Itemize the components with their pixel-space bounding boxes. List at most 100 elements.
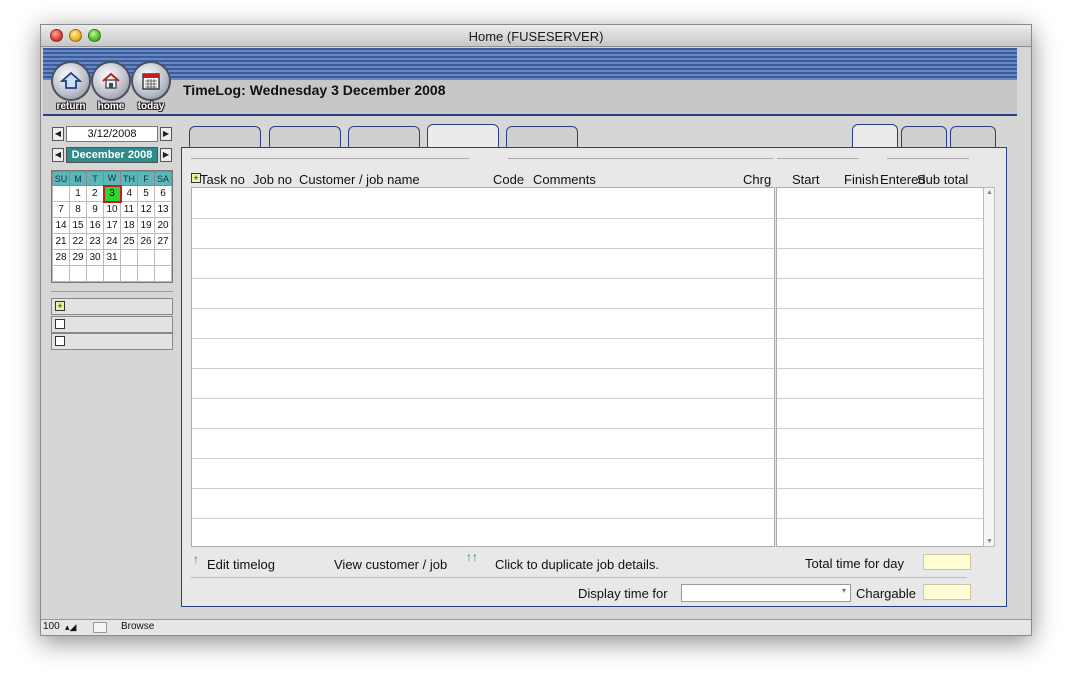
- calendar-empty-cell: [154, 265, 172, 282]
- calendar-empty-cell: [52, 265, 70, 282]
- month-label: December 2008: [66, 147, 158, 163]
- calendar-week: 123456: [52, 184, 172, 203]
- calendar-day[interactable]: 26: [137, 233, 155, 250]
- chevron-down-icon: ▾: [841, 586, 846, 595]
- mode-label: Browse: [121, 621, 155, 632]
- calendar-day[interactable]: 22: [69, 233, 87, 250]
- prev-day-button[interactable]: ◀: [52, 127, 64, 141]
- status-toggle-icon[interactable]: [93, 622, 107, 633]
- add-entry-button[interactable]: +: [51, 298, 173, 315]
- col-job-no: Job no: [253, 172, 293, 187]
- page-title: TimeLog: Wednesday 3 December 2008: [183, 82, 446, 98]
- calendar-empty-cell: [86, 265, 104, 282]
- calendar-day[interactable]: 30: [86, 249, 104, 266]
- calendar-day[interactable]: 7: [52, 201, 70, 218]
- sidebar-divider: [51, 291, 173, 292]
- table-row-divider: [777, 518, 983, 519]
- calendar-day[interactable]: 10: [103, 201, 121, 218]
- table-row-divider: [777, 398, 983, 399]
- tab-3[interactable]: [348, 126, 420, 148]
- calendar-day[interactable]: 15: [69, 217, 87, 234]
- table-row-divider: [777, 428, 983, 429]
- next-day-button[interactable]: ▶: [160, 127, 172, 141]
- chargable-label: Chargable: [856, 586, 916, 601]
- calendar-day[interactable]: 5: [137, 185, 155, 202]
- calendar-day[interactable]: 9: [86, 201, 104, 218]
- zoom-level[interactable]: 100: [43, 621, 60, 632]
- calendar-day[interactable]: 13: [154, 201, 172, 218]
- timelog-grid-left[interactable]: [191, 187, 775, 547]
- tab-1[interactable]: [189, 126, 261, 148]
- table-row-divider: [192, 398, 774, 399]
- calendar-day[interactable]: 4: [120, 185, 138, 202]
- calendar-empty-cell: [120, 265, 138, 282]
- display-time-select[interactable]: ▾: [681, 584, 851, 602]
- calendar-day[interactable]: 18: [120, 217, 138, 234]
- today-button[interactable]: [131, 61, 171, 101]
- table-row-divider: [192, 278, 774, 279]
- calendar-day[interactable]: 19: [137, 217, 155, 234]
- date-field[interactable]: 3/12/2008: [66, 126, 158, 142]
- calendar-day[interactable]: 8: [69, 201, 87, 218]
- prev-month-button[interactable]: ◀: [52, 148, 64, 162]
- calendar-day[interactable]: 14: [52, 217, 70, 234]
- calendar-day[interactable]: 27: [154, 233, 172, 250]
- mini-calendar: SU M T W TH F SA 1 2 3 4 5 6 7 8 9 10 11 12 13 14 15 16 17 18 19…: [51, 170, 173, 283]
- next-month-button[interactable]: ▶: [160, 148, 172, 162]
- calendar-day[interactable]: 31: [103, 249, 121, 266]
- calendar-day[interactable]: 11: [120, 201, 138, 218]
- vertical-scrollbar[interactable]: ▲ ▼: [983, 187, 995, 547]
- col-code: Code: [493, 172, 525, 187]
- return-button[interactable]: [51, 61, 91, 101]
- calendar-day[interactable]: 3: [102, 184, 122, 203]
- weekday-header: SU: [52, 171, 70, 186]
- table-row-divider: [192, 458, 774, 459]
- calendar-day[interactable]: 29: [69, 249, 87, 266]
- print-report-button[interactable]: [51, 333, 173, 350]
- calendar-week: 14 15 16 17 18 19 20: [52, 217, 172, 234]
- calendar-day[interactable]: 20: [154, 217, 172, 234]
- table-row-divider: [777, 338, 983, 339]
- calendar-empty-cell: [137, 265, 155, 282]
- display-time-label: Display time for: [578, 586, 668, 601]
- view-customer-link[interactable]: View customer / job: [334, 557, 447, 572]
- calendar-empty-cell: [103, 265, 121, 282]
- edit-arrow-icon: ↑: [193, 552, 199, 566]
- calendar-day[interactable]: 1: [69, 185, 87, 202]
- edit-timelog-link[interactable]: Edit timelog: [207, 557, 275, 572]
- calendar-day[interactable]: 17: [103, 217, 121, 234]
- tab-5[interactable]: [506, 126, 578, 148]
- chargable-field[interactable]: [923, 584, 971, 600]
- calendar-day[interactable]: 23: [86, 233, 104, 250]
- tab-4-active[interactable]: [427, 124, 499, 149]
- calendar-day[interactable]: 28: [52, 249, 70, 266]
- scroll-down-icon[interactable]: ▼: [986, 538, 993, 545]
- duplicate-job-link[interactable]: Click to duplicate job details.: [495, 557, 659, 572]
- timelog-grid-right[interactable]: [776, 187, 984, 547]
- header-divider: [777, 158, 859, 159]
- calendar-day[interactable]: 24: [103, 233, 121, 250]
- calendar-day[interactable]: 25: [120, 233, 138, 250]
- tab-2[interactable]: [269, 126, 341, 148]
- col-task-no: Task no: [200, 172, 245, 187]
- tab-6-active[interactable]: [852, 124, 898, 149]
- calendar-day[interactable]: 2: [86, 185, 104, 202]
- home-button[interactable]: [91, 61, 131, 101]
- tab-7[interactable]: [901, 126, 947, 148]
- weekday-header: T: [86, 171, 104, 186]
- scroll-up-icon[interactable]: ▲: [986, 189, 993, 196]
- total-time-field[interactable]: [923, 554, 971, 570]
- calendar-day[interactable]: 16: [86, 217, 104, 234]
- calendar-week: 28 29 30 31: [52, 249, 172, 266]
- table-row-divider: [192, 338, 774, 339]
- header-stripe: [43, 48, 1017, 80]
- zoom-controls-icon[interactable]: ▴◢: [65, 622, 76, 633]
- calendar-day[interactable]: 12: [137, 201, 155, 218]
- calendar-day[interactable]: 21: [52, 233, 70, 250]
- print-button[interactable]: [51, 316, 173, 333]
- calendar-day[interactable]: 6: [154, 185, 172, 202]
- col-start: Start: [792, 172, 820, 187]
- status-bar: 100 ▴◢ Browse: [41, 619, 1031, 635]
- calendar-week: 7 8 9 10 11 12 13: [52, 201, 172, 218]
- tab-8[interactable]: [950, 126, 996, 148]
